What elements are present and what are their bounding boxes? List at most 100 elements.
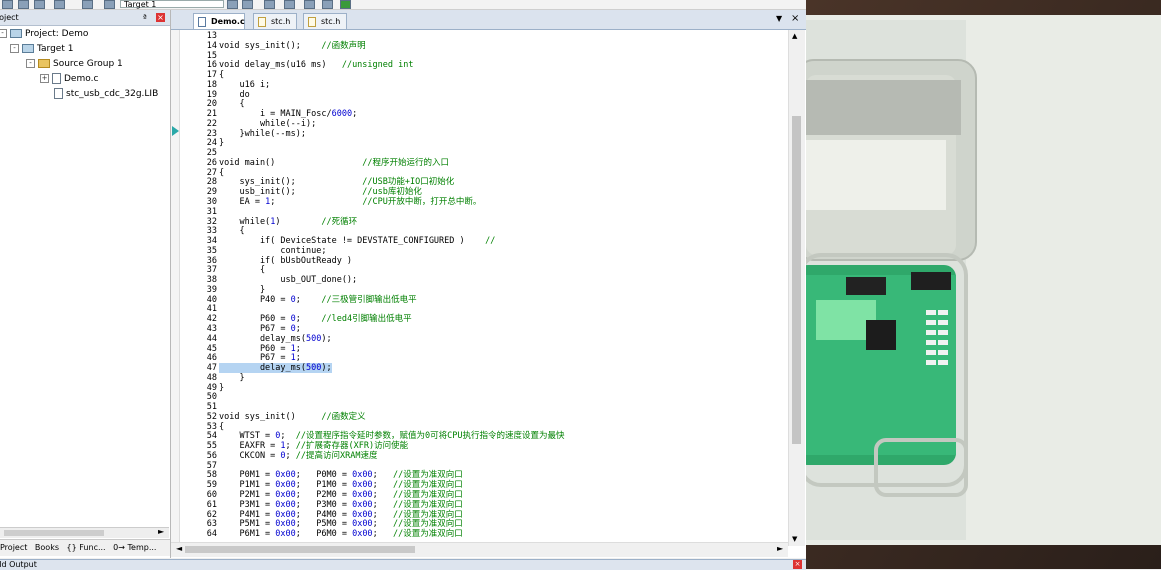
tree-item-project[interactable]: - Project: Demo	[0, 27, 88, 41]
code-line[interactable]: 36 if( bUsbOutReady )	[203, 256, 788, 267]
scroll-up-icon[interactable]: ▲	[792, 32, 797, 40]
code-text: P0M1 = 0x00; P0M0 = 0x00; //设置为准双向口	[219, 470, 463, 481]
tab-label: stc.h	[321, 17, 341, 26]
project-panel-tabs: Project Books {} Func... 0→ Temp...	[0, 539, 170, 556]
toolbar-icon[interactable]	[104, 0, 115, 9]
code-line[interactable]: 24}	[203, 139, 788, 149]
code-line[interactable]: 17{	[203, 70, 788, 81]
collapse-icon[interactable]: -	[26, 59, 35, 68]
tab-functions[interactable]: {} Func...	[67, 540, 106, 556]
code-text: P60 = 1;	[219, 343, 301, 354]
code-line[interactable]: 49}	[203, 383, 788, 394]
code-text: P67 = 0;	[219, 323, 301, 334]
tree-item-label: stc_usb_cdc_32g.LIB	[66, 89, 159, 99]
file-icon	[258, 17, 266, 27]
target-select[interactable]: Target 1	[120, 0, 224, 9]
tree-item-source-group[interactable]: - Source Group 1	[26, 57, 123, 71]
toolbar-icon[interactable]	[340, 0, 351, 9]
code-editor: Demo.c stc.h stc.h ▼ × 13 14 void sys_init…	[171, 10, 806, 558]
code-line[interactable]: 32 while(1) //死循环	[203, 216, 788, 228]
tab-project[interactable]: Project	[0, 540, 27, 556]
code-line[interactable]: 48 }	[203, 373, 788, 384]
tab-stc-h-2[interactable]: stc.h	[303, 13, 347, 29]
project-panel-title: roject	[0, 13, 19, 22]
scrollbar-thumb[interactable]	[4, 530, 104, 536]
scrollbar-thumb[interactable]	[792, 116, 801, 444]
main-toolbar: Target 1	[0, 0, 806, 10]
dropdown-icon[interactable]	[227, 0, 238, 9]
toolbar-icon[interactable]	[34, 0, 45, 9]
pin-icon[interactable]: ª	[143, 10, 147, 25]
tree-item-label: Target 1	[37, 44, 74, 54]
tab-label: Demo.c	[211, 17, 245, 26]
code-line[interactable]: 50	[203, 393, 788, 403]
code-line[interactable]: 47 delay_ms(500);	[203, 363, 788, 374]
tab-demo-c[interactable]: Demo.c	[193, 13, 245, 29]
project-icon	[10, 29, 22, 38]
code-line[interactable]: 23 }while(--ms);	[203, 129, 788, 140]
tab-menu-icon[interactable]: ▼	[776, 14, 782, 23]
toolbar-icon[interactable]	[18, 0, 29, 9]
editor-horizontal-scrollbar[interactable]: ◄ ►	[171, 542, 788, 557]
code-text: }	[219, 138, 225, 149]
current-line-highlight	[259, 364, 788, 374]
target-icon	[22, 44, 34, 53]
code-text: delay_ms(500);	[219, 363, 332, 374]
toolbar-icon[interactable]	[2, 0, 13, 9]
code-line[interactable]: 64 P6M1 = 0x00; P6M0 = 0x00; //设置为准双向口	[203, 529, 788, 540]
tree-item-target[interactable]: - Target 1	[10, 42, 73, 56]
collapse-icon[interactable]: -	[0, 29, 7, 38]
toolbar-icon[interactable]	[82, 0, 93, 9]
tab-stc-h[interactable]: stc.h	[253, 13, 297, 29]
close-editor-icon[interactable]: ×	[791, 13, 799, 24]
project-horizontal-scrollbar[interactable]: ►	[0, 527, 169, 538]
code-text: while(1) //死循环	[219, 216, 358, 227]
tree-item-demo-c[interactable]: + Demo.c	[40, 72, 98, 86]
code-text: P40 = 0; //三极管引脚输出低电平	[219, 294, 417, 305]
scroll-right-icon[interactable]: ►	[777, 544, 783, 553]
scroll-down-icon[interactable]: ▼	[792, 535, 797, 543]
code-line[interactable]: 16 void delay_ms(u16 ms) //unsigned int	[203, 60, 788, 71]
code-text: EAXFR = 1; //扩展寄存器(XFR)访问使能	[219, 441, 409, 452]
code-line[interactable]: 56 CKCON = 0; //提高访问XRAM速度	[203, 450, 788, 462]
code-line[interactable]: 18 u16 i;	[203, 80, 788, 91]
close-icon[interactable]: ×	[156, 13, 165, 22]
code-line[interactable]: 26 void main() //程序开始运行的入口	[203, 158, 788, 169]
tree-item-label: Demo.c	[64, 74, 99, 84]
code-text: continue;	[219, 245, 327, 256]
code-line[interactable]: 19 do	[203, 90, 788, 101]
code-text: CKCON = 0; //提高访问XRAM速度	[219, 450, 378, 461]
code-line[interactable]: 14 void sys_init(); //函数声明	[203, 41, 788, 52]
tree-item-lib[interactable]: stc_usb_cdc_32g.LIB	[54, 87, 158, 101]
editor-tab-bar: Demo.c stc.h stc.h ▼ ×	[171, 10, 806, 30]
code-text: P5M1 = 0x00; P5M0 = 0x00; //设置为准双向口	[219, 519, 463, 530]
code-area[interactable]: 13 14 void sys_init(); //函数声明 15 16 void dela…	[203, 31, 788, 540]
code-line[interactable]: 40 P40 = 0; //三极管引脚输出低电平	[203, 294, 788, 306]
tab-templates[interactable]: 0→ Temp...	[113, 540, 156, 556]
code-line[interactable]: 38 usb_OUT_done();	[203, 275, 788, 286]
code-text: P2M1 = 0x00; P2M0 = 0x00; //设置为准双向口	[219, 489, 463, 500]
tab-books[interactable]: Books	[35, 540, 59, 556]
tree-item-label: Project: Demo	[25, 29, 89, 39]
code-line[interactable]: 52 void sys_init() //函数定义	[203, 412, 788, 423]
toolbar-icon[interactable]	[304, 0, 315, 9]
expand-icon[interactable]: +	[40, 74, 49, 83]
tab-label: stc.h	[271, 17, 291, 26]
toolbar-icon[interactable]	[264, 0, 275, 9]
code-text: delay_ms(500);	[219, 333, 332, 344]
code-line[interactable]: 30 EA = 1; //CPU开放中断，打开总中断。	[203, 197, 788, 208]
code-text: P3M1 = 0x00; P3M0 = 0x00; //设置为准双向口	[219, 499, 463, 510]
code-text: while(--i);	[219, 118, 317, 129]
close-icon[interactable]: ×	[793, 560, 802, 569]
collapse-icon[interactable]: -	[10, 44, 19, 53]
options-icon[interactable]	[242, 0, 253, 9]
scrollbar-thumb[interactable]	[185, 546, 415, 553]
toolbar-icon[interactable]	[284, 0, 295, 9]
code-text: P60 = 0; //led4引脚输出低电平	[219, 314, 412, 325]
code-text: EA = 1; //CPU开放中断，打开总中断。	[219, 197, 482, 208]
scroll-right-icon[interactable]: ►	[158, 527, 164, 536]
scroll-left-icon[interactable]: ◄	[176, 544, 182, 553]
toolbar-icon[interactable]	[322, 0, 333, 9]
editor-vertical-scrollbar[interactable]: ▲ ▼	[788, 30, 805, 546]
toolbar-icon[interactable]	[54, 0, 65, 9]
